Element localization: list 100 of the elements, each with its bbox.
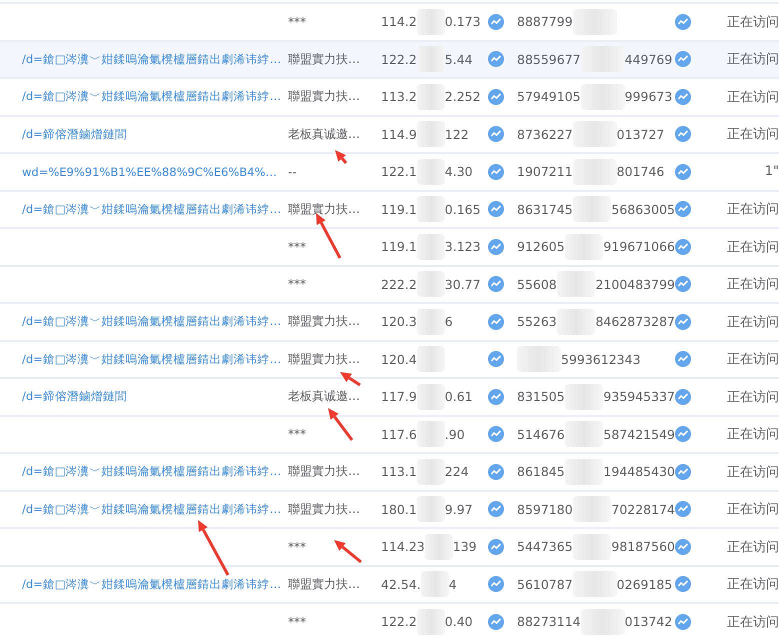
ip-address: 2.252: [444, 89, 481, 104]
trend-icon[interactable]: [488, 51, 504, 68]
trend-icon[interactable]: [488, 614, 504, 630]
trend-icon[interactable]: [675, 614, 691, 630]
trend-icon[interactable]: [488, 351, 504, 368]
redaction-smudge: [416, 271, 445, 298]
source-cell: ***: [288, 540, 306, 554]
trend-icon[interactable]: [675, 51, 691, 68]
visitor-id: 0269185: [616, 576, 672, 592]
trend-icon[interactable]: [675, 501, 691, 518]
trend-icon[interactable]: [488, 88, 504, 105]
trend-icon[interactable]: [675, 126, 691, 142]
trend-icon[interactable]: [488, 276, 504, 292]
url-link[interactable]: /d=鎗□涔瀵﹀姏鍒嗚瀹氭櫈櫨層錆出劇浠讳綍…: [22, 202, 288, 217]
url-link[interactable]: /d=鎗□涔瀵﹀姏鍒嗚瀹氭櫈櫨層錆出劇浠讳綍…: [22, 52, 288, 67]
ip-address: 122.1: [381, 164, 417, 180]
ip-address: 114.2: [381, 14, 417, 30]
redaction-smudge: [572, 121, 617, 148]
ip-address: 114.23: [381, 539, 425, 554]
trend-icon[interactable]: [675, 14, 691, 30]
status-text: 正在访问: [727, 576, 779, 594]
trend-icon[interactable]: [675, 201, 691, 218]
ip-address: 0.40: [444, 614, 473, 630]
ip-address: 6: [444, 314, 453, 330]
trend-icon[interactable]: [675, 238, 691, 255]
ip-address: 224: [444, 464, 469, 480]
url-link[interactable]: /d=鍗傛潛鏀熷鏈閭: [22, 126, 288, 142]
visitor-id: 8462873287: [595, 314, 675, 330]
ip-address: 180.1: [381, 502, 417, 517]
visitor-id: 8736227: [517, 126, 573, 142]
status-text: 正在访问: [727, 238, 779, 256]
annotation-arrow: [334, 540, 362, 564]
visitor-id: 5610787: [517, 576, 573, 592]
visitor-id: 919671066: [603, 239, 675, 254]
visitor-id: 2100483799: [595, 276, 675, 292]
trend-icon[interactable]: [675, 314, 691, 330]
trend-icon[interactable]: [675, 276, 691, 292]
trend-icon[interactable]: [675, 88, 691, 105]
trend-icon[interactable]: [675, 388, 691, 405]
status-text: 正在访问: [727, 538, 779, 556]
status-text: 正在访问: [727, 126, 779, 144]
redaction-smudge: [416, 84, 445, 110]
annotation-arrow: [316, 213, 342, 259]
trend-icon[interactable]: [488, 164, 504, 180]
redaction-smudge: [572, 534, 612, 560]
source-cell: 聯盟實力扶…: [288, 350, 360, 368]
ip-address: 119.1: [381, 202, 417, 217]
trend-icon[interactable]: [675, 164, 691, 180]
ip-address: 4: [448, 576, 457, 592]
trend-icon[interactable]: [675, 576, 691, 592]
redaction-smudge: [416, 234, 445, 260]
visitor-id: 831505: [517, 389, 565, 404]
visitor-id: 999673: [624, 89, 672, 104]
trend-icon[interactable]: [675, 538, 691, 555]
redaction-smudge: [572, 571, 617, 598]
trend-icon[interactable]: [488, 501, 504, 518]
url-link[interactable]: /d=鎗□涔瀵﹀姏鍒嗚瀹氭櫈櫨層錆出劇浠讳綍…: [22, 502, 288, 517]
url-link[interactable]: /d=鎗□涔瀵﹀姏鍒嗚瀹氭櫈櫨層錆出劇浠讳綍…: [22, 352, 288, 367]
trend-icon[interactable]: [488, 314, 504, 330]
trend-icon[interactable]: [488, 426, 504, 442]
redaction-smudge: [416, 496, 445, 522]
trend-icon[interactable]: [488, 576, 504, 592]
ip-address: 117.9: [381, 389, 417, 404]
trend-icon[interactable]: [675, 464, 691, 480]
ip-address: 222.2: [381, 276, 417, 292]
url-link[interactable]: /d=鎗□涔瀵﹀姏鍒嗚瀹氭櫈櫨層錆出劇浠讳綍…: [22, 314, 288, 330]
trend-icon[interactable]: [488, 14, 504, 30]
trend-icon[interactable]: [488, 238, 504, 255]
visitor-id: 514676: [517, 426, 565, 442]
trend-icon[interactable]: [488, 201, 504, 218]
redaction-smudge: [416, 158, 445, 185]
ip-address: 122.2: [381, 614, 417, 630]
redaction-smudge: [416, 608, 445, 635]
redaction-smudge: [517, 346, 561, 372]
visitor-id: 88273114: [517, 614, 581, 630]
trend-icon[interactable]: [488, 388, 504, 405]
redaction-smudge: [416, 8, 445, 35]
table-row[interactable]: /d=鎗□涔瀵﹀姏鍒嗚瀹氭櫈櫨層錆出劇浠讳綍… 聯盟實力扶… 122.2 5.44 88559677 449769 正在访问: [0, 40, 779, 77]
status-text: 正在访问: [727, 614, 779, 631]
redaction-smudge: [572, 496, 612, 522]
trend-icon[interactable]: [488, 464, 504, 480]
trend-icon[interactable]: [488, 538, 504, 555]
redaction-smudge: [416, 346, 445, 372]
url-link[interactable]: /d=鎗□涔瀵﹀姏鍒嗚瀹氭櫈櫨層錆出劇浠讳綍…: [22, 89, 288, 104]
status-text: 正在访问: [727, 388, 779, 406]
url-link[interactable]: /d=鍗傛潛鏀熷鏈閭: [22, 389, 288, 404]
redaction-smudge: [416, 421, 445, 448]
source-cell: ***: [288, 614, 306, 629]
source-cell: 聯盟實力扶…: [288, 50, 360, 68]
source-cell: --: [288, 164, 297, 179]
trend-icon[interactable]: [488, 126, 504, 142]
url-link[interactable]: wd=%E9%91%B1%EE%88%9C%E6%B4%…: [22, 164, 288, 179]
status-text: 正在访问: [727, 351, 779, 368]
visitor-id: 8597180: [517, 502, 573, 517]
url-link[interactable]: /d=鎗□涔瀵﹀姏鍒嗚瀹氭櫈櫨層錆出劇浠讳綍…: [22, 576, 288, 592]
visitor-id: 861845: [517, 464, 565, 480]
visitor-id: 935945337: [603, 389, 675, 404]
trend-icon[interactable]: [675, 351, 691, 368]
url-link[interactable]: /d=鎗□涔瀵﹀姏鍒嗚瀹氭櫈櫨層錆出劇浠讳綍…: [22, 464, 288, 480]
trend-icon[interactable]: [675, 426, 691, 442]
